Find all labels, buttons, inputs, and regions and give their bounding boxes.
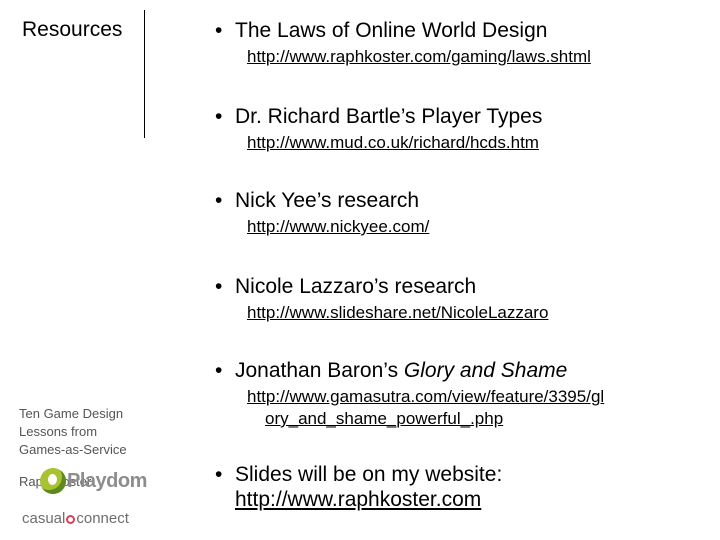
resource-title: • Nick Yee’s research	[215, 186, 710, 216]
vertical-divider	[144, 10, 145, 138]
resource-link-line2[interactable]: ory_and_shame_powerful_.php	[247, 408, 687, 430]
website-text: http://www.raphkoster.com	[215, 487, 710, 512]
resource-item: • Nick Yee’s research http://www.nickyee…	[215, 186, 710, 238]
section-title: Resources	[22, 18, 123, 41]
resource-item: • Nicole Lazzaro’s research http://www.s…	[215, 272, 710, 324]
casual-connect-word-connect: connect	[76, 510, 129, 527]
resource-title: • Jonathan Baron’s Glory and Shame	[215, 356, 710, 386]
resource-item: • Dr. Richard Bartle’s Player Types http…	[215, 102, 710, 154]
bullet-icon: •	[215, 189, 223, 212]
casual-connect-word-casual: casual	[22, 510, 66, 527]
bullet-icon: •	[215, 359, 223, 382]
resource-label: The Laws of Online World Design	[235, 19, 548, 42]
playdom-logo: Playdom	[40, 468, 147, 496]
website-link[interactable]: http://www.raphkoster.com	[235, 488, 481, 511]
casual-connect-dot-icon	[66, 515, 76, 524]
casual-connect-logo: casual connect	[22, 510, 129, 527]
resource-label: Nicole Lazzaro’s research	[235, 275, 477, 298]
resource-link[interactable]: http://www.mud.co.uk/richard/hcds.htm	[215, 132, 710, 154]
resource-item: • Jonathan Baron’s Glory and Shame http:…	[215, 356, 710, 430]
resource-label-prefix: Jonathan Baron’s	[235, 359, 404, 382]
resource-label: Dr. Richard Bartle’s Player Types	[235, 105, 543, 128]
resource-item: • Slides will be on my website: http://w…	[215, 462, 710, 512]
resource-link[interactable]: http://www.raphkoster.com/gaming/laws.sh…	[215, 46, 710, 68]
resource-item: • The Laws of Online World Design http:/…	[215, 16, 710, 68]
resource-title: • Nicole Lazzaro’s research	[215, 272, 710, 302]
bullet-icon: •	[215, 275, 223, 298]
bullet-icon: •	[215, 105, 223, 128]
resource-label-italic: Glory and Shame	[403, 359, 568, 382]
resource-link[interactable]: http://www.slideshare.net/NicoleLazzaro	[215, 302, 710, 324]
resource-title: • Slides will be on my website:	[215, 462, 710, 487]
bullet-icon: •	[215, 19, 223, 42]
resource-link-line1[interactable]: http://www.gamasutra.com/view/feature/33…	[247, 386, 687, 408]
presentation-caption: Ten Game Design Lessons from Games-as-Se…	[19, 406, 127, 457]
resource-link[interactable]: http://www.nickyee.com/	[215, 216, 710, 238]
resource-title: • The Laws of Online World Design	[215, 16, 710, 46]
resource-label: Nick Yee’s research	[235, 189, 420, 212]
playdom-wordmark: Playdom	[67, 470, 147, 492]
resource-link[interactable]: http://www.gamasutra.com/view/feature/33…	[215, 386, 687, 430]
resource-title: • Dr. Richard Bartle’s Player Types	[215, 102, 710, 132]
bullet-icon: •	[215, 463, 223, 486]
playdom-mark-icon	[40, 468, 66, 494]
resource-label: Slides will be on my website:	[235, 463, 503, 486]
